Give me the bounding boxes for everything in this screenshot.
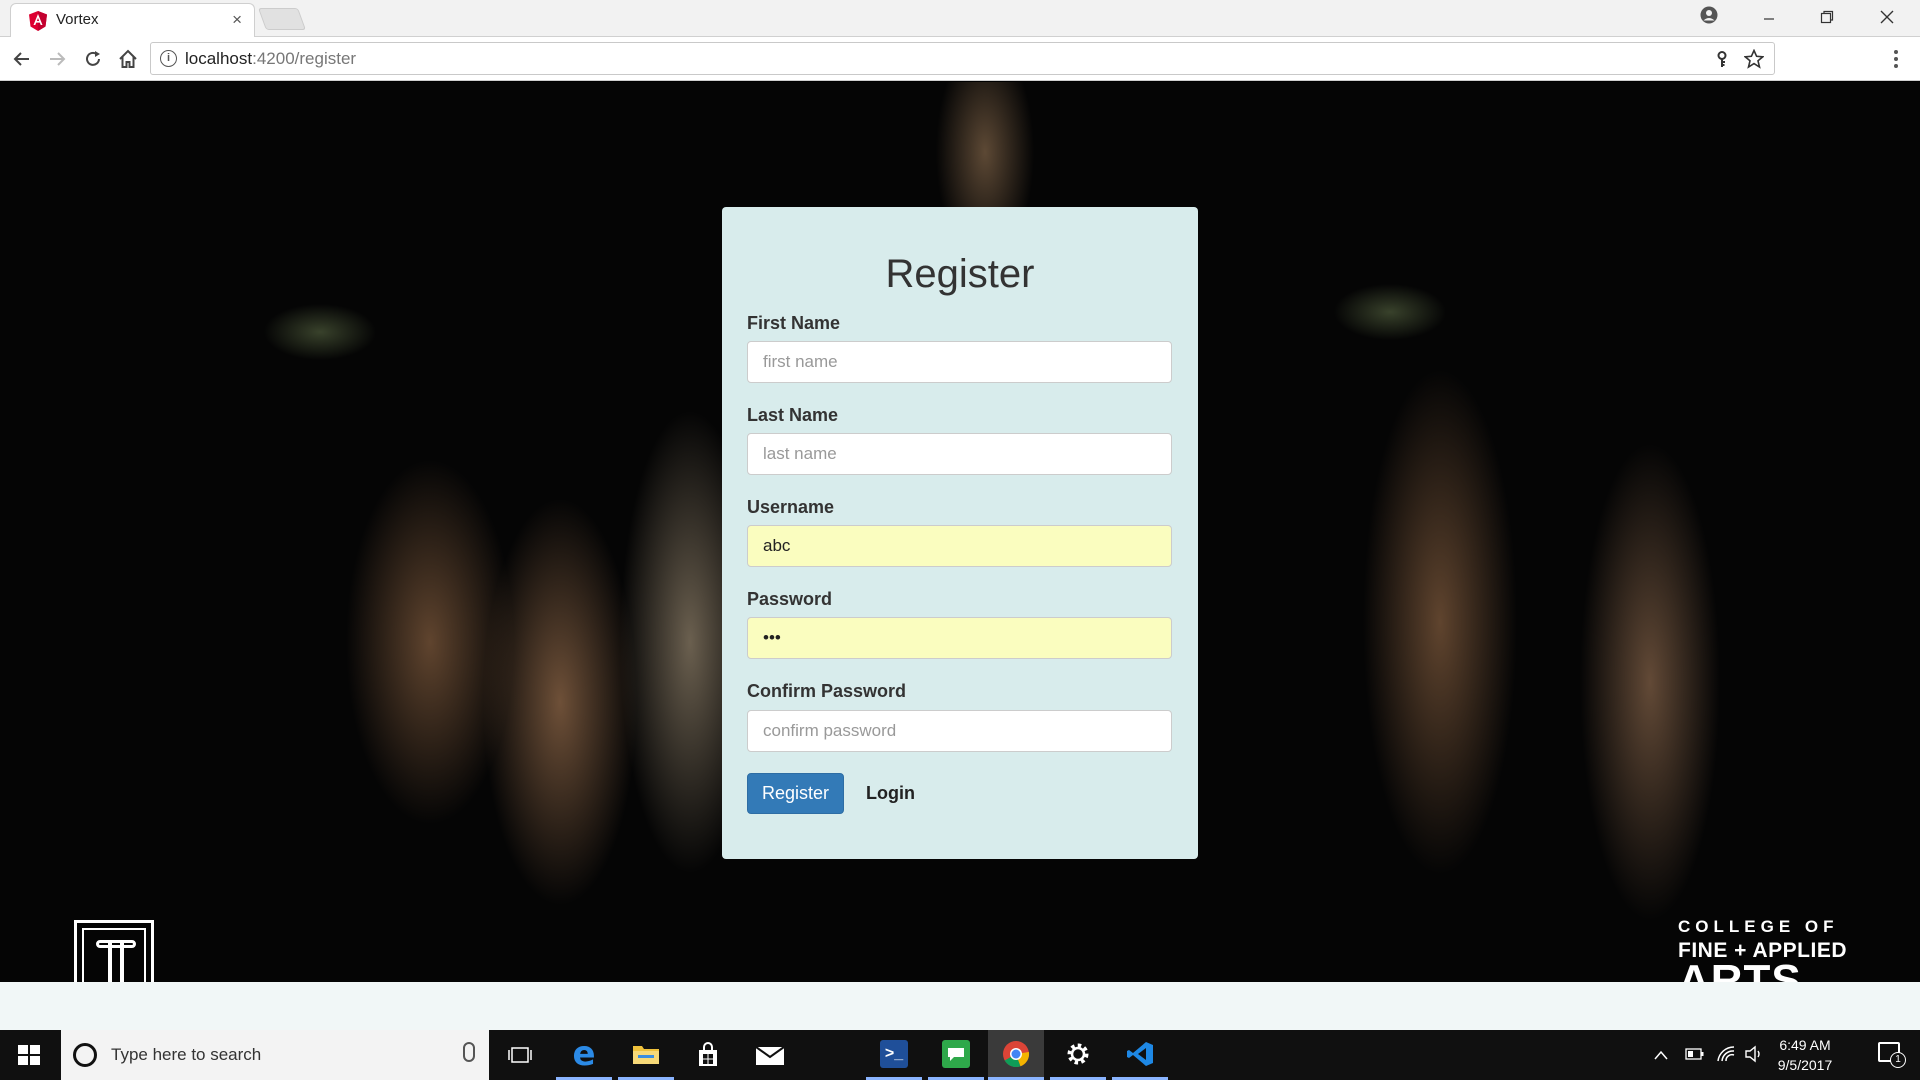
confirm-password-input[interactable] xyxy=(747,710,1172,752)
password-input[interactable] xyxy=(747,617,1172,659)
clock-date: 9/5/2017 xyxy=(1777,1057,1833,1073)
cortana-icon xyxy=(73,1043,97,1067)
first-name-input[interactable] xyxy=(747,341,1172,383)
notification-count: 1 xyxy=(1890,1052,1906,1068)
register-card: Register First Name Last Name Username P… xyxy=(722,207,1198,859)
browser-toolbar: i localhost:4200/register xyxy=(0,37,1920,81)
settings-icon[interactable] xyxy=(1050,1030,1106,1080)
login-link[interactable]: Login xyxy=(866,783,915,804)
chat-icon[interactable] xyxy=(928,1030,984,1080)
new-tab-button[interactable] xyxy=(257,8,307,30)
last-name-input[interactable] xyxy=(747,433,1172,475)
task-view-icon[interactable] xyxy=(492,1030,548,1080)
username-label: Username xyxy=(747,497,835,517)
register-button[interactable]: Register xyxy=(747,773,844,814)
system-clock[interactable]: 6:49 AM 9/5/2017 xyxy=(1765,1035,1845,1075)
store-icon[interactable] xyxy=(680,1030,736,1080)
page-bottom-area xyxy=(0,982,1920,1030)
taskbar: Type here to search e >_ 6:49 AM 9/5/201… xyxy=(0,1030,1920,1080)
url-path: :4200/register xyxy=(252,49,357,68)
menu-icon[interactable] xyxy=(1893,49,1899,69)
info-icon[interactable]: i xyxy=(160,50,177,67)
home-icon[interactable] xyxy=(117,48,139,70)
url-text: localhost:4200/register xyxy=(185,49,356,69)
microphone-icon[interactable] xyxy=(463,1042,475,1062)
reload-icon[interactable] xyxy=(83,49,103,69)
url-host: localhost xyxy=(185,49,253,68)
college-line-1: COLLEGE OF xyxy=(1678,917,1839,936)
logo-column xyxy=(108,942,124,982)
tab-title: Vortex xyxy=(56,11,99,28)
star-icon[interactable] xyxy=(1744,49,1764,69)
minimize-icon[interactable] xyxy=(1762,12,1776,26)
username-input[interactable] xyxy=(747,525,1172,567)
last-name-label: Last Name xyxy=(747,405,839,425)
windows-start-icon[interactable] xyxy=(18,1045,40,1065)
college-line-2: FINE + APPLIED xyxy=(1678,939,1848,962)
restore-icon[interactable] xyxy=(1820,10,1834,24)
back-icon[interactable] xyxy=(12,49,32,69)
taskbar-search-box[interactable]: Type here to search xyxy=(61,1030,489,1080)
file-explorer-icon[interactable] xyxy=(618,1030,674,1080)
close-window-icon[interactable] xyxy=(1880,10,1894,24)
mail-icon[interactable] xyxy=(742,1030,798,1080)
key-icon[interactable] xyxy=(1716,51,1728,68)
forward-icon[interactable] xyxy=(47,49,67,69)
chevron-up-icon[interactable] xyxy=(1654,1050,1668,1060)
angular-favicon-icon xyxy=(29,11,47,31)
clock-time: 6:49 AM xyxy=(1779,1037,1831,1053)
address-bar[interactable]: i localhost:4200/register xyxy=(150,42,1775,75)
volume-icon[interactable] xyxy=(1744,1045,1764,1063)
vscode-icon[interactable] xyxy=(1112,1030,1168,1080)
search-placeholder: Type here to search xyxy=(111,1045,262,1064)
tab-close-icon[interactable]: × xyxy=(232,10,242,30)
account-icon[interactable] xyxy=(1700,6,1718,24)
battery-icon[interactable] xyxy=(1685,1048,1705,1060)
page-title: Register xyxy=(885,252,1035,296)
logo-frame xyxy=(82,928,146,982)
powershell-icon[interactable]: >_ xyxy=(866,1030,922,1080)
wifi-icon[interactable] xyxy=(1716,1045,1736,1063)
chrome-icon[interactable] xyxy=(988,1030,1044,1080)
password-label: Password xyxy=(747,589,833,609)
edge-icon[interactable]: e xyxy=(556,1030,612,1080)
college-logo: COLLEGE OF FINE + APPLIED ARTS xyxy=(1678,917,1847,982)
confirm-password-label: Confirm Password xyxy=(747,681,907,701)
browser-tabbar: Vortex × xyxy=(0,0,1920,37)
page-viewport: Register First Name Last Name Username P… xyxy=(0,82,1920,982)
university-logo xyxy=(74,920,154,982)
first-name-label: First Name xyxy=(747,313,841,333)
notification-center-icon[interactable]: 1 xyxy=(1878,1042,1906,1068)
college-line-3: ARTS xyxy=(1678,961,1847,982)
browser-tab[interactable]: Vortex × xyxy=(10,3,255,37)
